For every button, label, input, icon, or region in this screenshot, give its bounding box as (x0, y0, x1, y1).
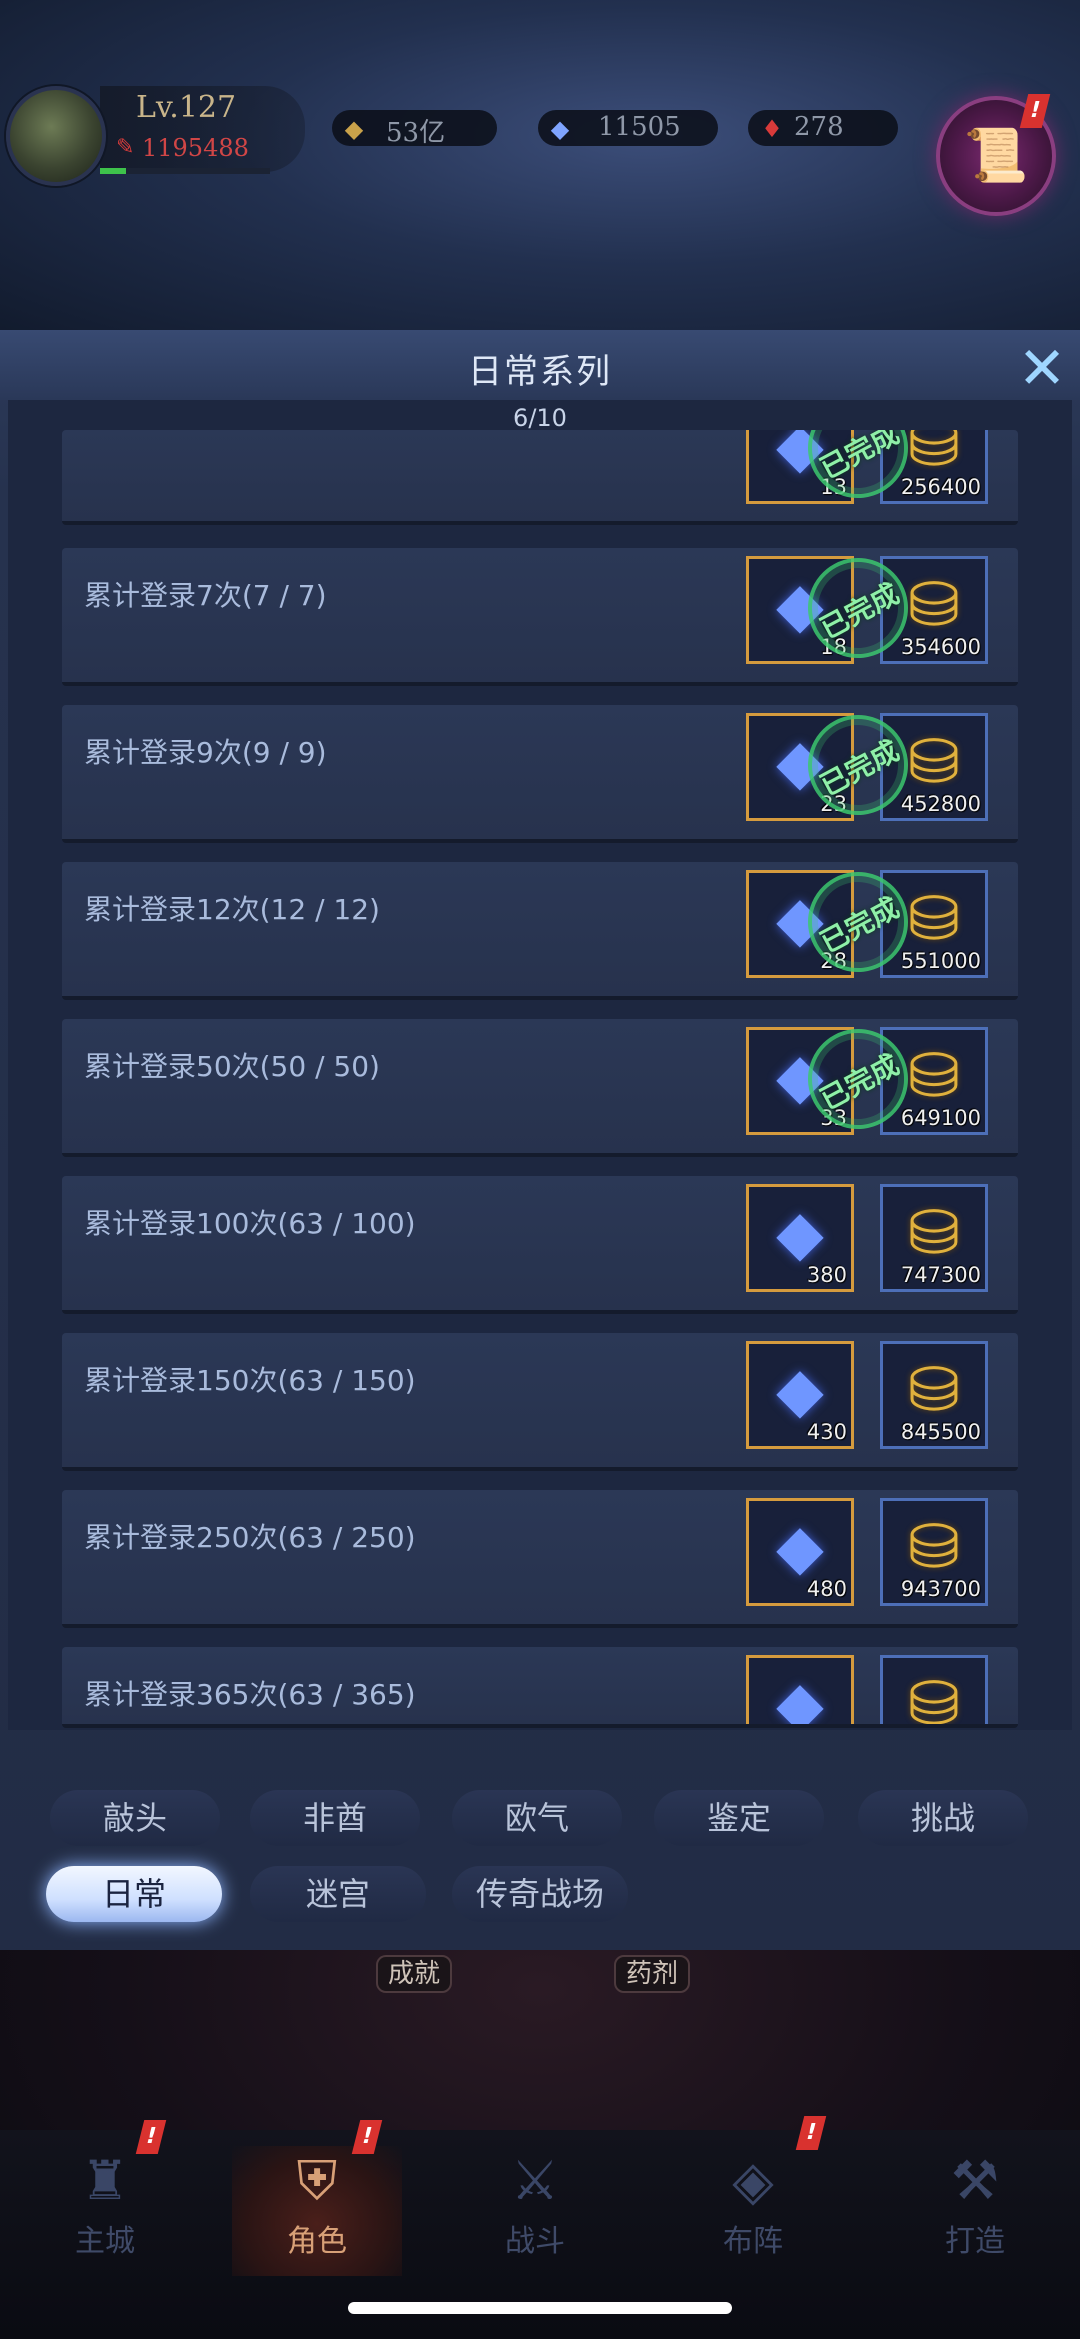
player-level: Lv.127 (136, 90, 237, 125)
avatar[interactable] (6, 86, 106, 186)
nav-item-character[interactable]: ⛨ 角色 (232, 2146, 402, 2276)
task-label: 累计登录365次(63 / 365) (84, 1678, 416, 1711)
home-indicator[interactable] (348, 2302, 732, 2314)
achievement-label: 成就 (376, 1955, 453, 1993)
tab-row1-3[interactable]: 鉴定 (654, 1790, 824, 1846)
tab-row2-0[interactable]: 日常 (46, 1866, 222, 1922)
task-row: 累计登录250次(63 / 250) ◆ 480 ⛁ 943700 (62, 1490, 1018, 1628)
coin-stack-icon: ⛁ (908, 1510, 960, 1583)
player-power: 1195488 (142, 134, 249, 162)
task-label: 累计登录50次(50 / 50) (84, 1050, 380, 1083)
gem-reward[interactable]: ◆ 380 (746, 1184, 854, 1292)
coin-quantity: 747300 (900, 1263, 981, 1287)
ruby-icon: ♦ (761, 115, 783, 143)
gem-reward[interactable]: ◆530 (746, 1655, 854, 1728)
diamond-icon: ◆ (776, 1667, 824, 1728)
task-label: 累计登录7次(7 / 7) (84, 579, 327, 612)
diamond-icon: ◆ (550, 115, 570, 143)
close-icon[interactable]: ✕ (1014, 339, 1070, 397)
xp-bar (100, 168, 270, 174)
task-label: 累计登录150次(63 / 150) (84, 1364, 416, 1397)
task-row: 累计登录365次(63 / 365) ◆530 ⛁1041900 (62, 1647, 1018, 1728)
task-label: 累计登录250次(63 / 250) (84, 1521, 416, 1554)
anvil-icon: ⚒ (950, 2149, 1000, 2212)
scroll-icon: 📜 (963, 126, 1029, 186)
coin-quantity: 649100 (900, 1106, 981, 1130)
gem-quantity: 480 (806, 1577, 847, 1601)
coin-quantity: 551000 (900, 949, 981, 973)
coin-stack-icon: ⛁ (908, 1667, 960, 1728)
coin-reward[interactable]: ⛁ 845500 (880, 1341, 988, 1449)
formation-icon: ◈ (732, 2149, 774, 2212)
nav-label: 主城 (75, 2224, 135, 2259)
tab-row2-2[interactable]: 传奇战场 (452, 1866, 628, 1922)
coin-quantity: 354600 (900, 635, 981, 659)
diamond-icon: ◆ (776, 1510, 824, 1583)
coin-quantity: 845500 (900, 1420, 981, 1444)
castle-icon: ♜ (80, 2149, 130, 2212)
coin-reward[interactable]: ⛁1041900 (880, 1655, 988, 1728)
progress-text: 6/10 (513, 404, 567, 432)
power-icon: ✎ (116, 135, 135, 160)
xp-bar-fill (100, 168, 126, 174)
coin-stack-icon: ⛁ (908, 1353, 960, 1426)
gem-reward[interactable]: ◆ 480 (746, 1498, 854, 1606)
gem-quantity: 430 (806, 1420, 847, 1444)
coin-stack-icon: ⛁ (908, 1196, 960, 1269)
swords-icon: ⚔ (510, 2149, 560, 2212)
task-row: ◆ 13 ⛁ 256400 已完成 (62, 430, 1018, 525)
coin-reward[interactable]: ⛁ 747300 (880, 1184, 988, 1292)
ruby-value: 278 (794, 112, 844, 142)
nav-label: 布阵 (723, 2224, 783, 2259)
task-row: 累计登录50次(50 / 50) ◆ 33 ⛁ 649100 已完成 (62, 1019, 1018, 1157)
tab-row1-4[interactable]: 挑战 (858, 1790, 1028, 1846)
nav-item-castle[interactable]: ♜ 主城 (20, 2146, 190, 2276)
task-label: 累计登录100次(63 / 100) (84, 1207, 416, 1240)
task-row: 累计登录150次(63 / 150) ◆ 430 ⛁ 845500 (62, 1333, 1018, 1471)
diamond-icon: ◆ (776, 1196, 824, 1269)
coin-reward[interactable]: ⛁ 943700 (880, 1498, 988, 1606)
gem-quantity: 380 (806, 1263, 847, 1287)
nav-label: 战斗 (505, 2224, 565, 2259)
nav-label: 打造 (945, 2224, 1005, 2259)
nav-item-battle[interactable]: ⚔ 战斗 (450, 2146, 620, 2276)
coin-quantity: 256400 (900, 475, 981, 499)
nav-item-forge[interactable]: ⚒ 打造 (890, 2146, 1060, 2276)
coin-quantity: 943700 (900, 1577, 981, 1601)
helmet-icon: ⛨ (296, 2149, 338, 2212)
panel-title: 日常系列 (468, 352, 612, 392)
gem-reward[interactable]: ◆ 430 (746, 1341, 854, 1449)
diamond-icon: ◆ (776, 1353, 824, 1426)
task-row: 累计登录100次(63 / 100) ◆ 380 ⛁ 747300 (62, 1176, 1018, 1314)
tab-row1-2[interactable]: 欧气 (452, 1790, 622, 1846)
task-row: 累计登录7次(7 / 7) ◆ 18 ⛁ 354600 已完成 (62, 548, 1018, 686)
task-label: 累计登录9次(9 / 9) (84, 736, 327, 769)
tab-row1-1[interactable]: 非酋 (250, 1790, 420, 1846)
task-label: 累计登录12次(12 / 12) (84, 893, 380, 926)
tab-row1-0[interactable]: 敲头 (50, 1790, 220, 1846)
task-row: 累计登录12次(12 / 12) ◆ 28 ⛁ 551000 已完成 (62, 862, 1018, 1000)
gold-value: 53亿 (386, 118, 446, 148)
tab-row2-1[interactable]: 迷宫 (250, 1866, 426, 1922)
coin-quantity: 452800 (900, 792, 981, 816)
potion-label: 药剂 (614, 1955, 691, 1993)
gold-icon: ◆ (344, 115, 364, 143)
task-row: 累计登录9次(9 / 9) ◆ 23 ⛁ 452800 已完成 (62, 705, 1018, 843)
nav-label: 角色 (287, 2224, 347, 2259)
nav-item-formation[interactable]: ◈ 布阵 (668, 2146, 838, 2276)
diamond-value: 11505 (598, 112, 681, 142)
